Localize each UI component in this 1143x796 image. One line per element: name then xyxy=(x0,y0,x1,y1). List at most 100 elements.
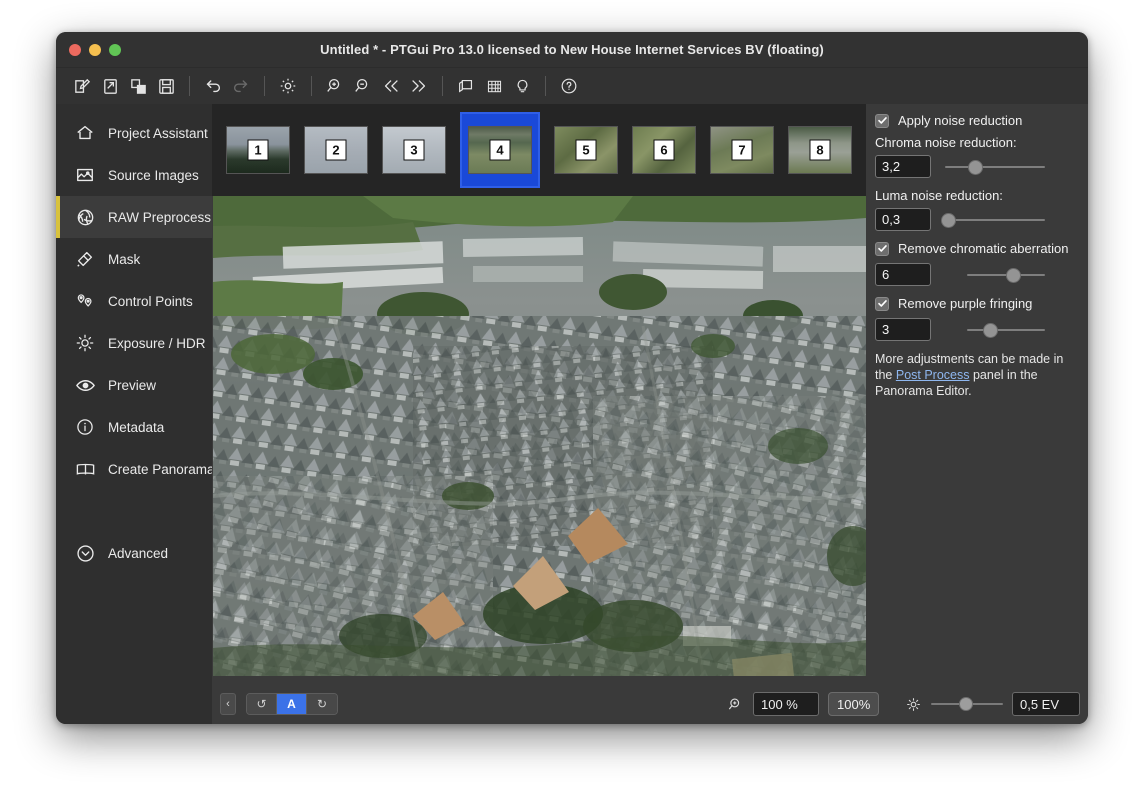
aperture-icon xyxy=(74,206,96,228)
chroma-noise-row: 3,2 xyxy=(875,155,1077,178)
purple-fringing-slider[interactable] xyxy=(945,320,1077,340)
chroma-noise-label: Chroma noise reduction: xyxy=(875,135,1017,150)
panorama-icon xyxy=(74,458,96,480)
thumbnail-item[interactable]: 6 xyxy=(632,126,696,174)
sidebar-item-source-images[interactable]: Source Images xyxy=(56,154,212,196)
sidebar-item-control-points[interactable]: Control Points xyxy=(56,280,212,322)
chroma-slider-track xyxy=(945,165,1045,168)
previous-image-icon[interactable] xyxy=(377,72,405,100)
brightness-slider-handle[interactable] xyxy=(958,697,973,711)
thumbnail-item[interactable]: 5 xyxy=(554,126,618,174)
help-icon[interactable] xyxy=(555,72,583,100)
center-column: 1 2 3 4 5 6 7 8 ‹ ↺ A ↻ 100 % 100% 0,5 E… xyxy=(212,104,1080,724)
remove-purple-fringing-checkbox[interactable] xyxy=(875,296,889,311)
grid-icon[interactable] xyxy=(480,72,508,100)
sidebar-item-preview[interactable]: Preview xyxy=(56,364,212,406)
chroma-noise-slider[interactable] xyxy=(945,157,1077,177)
next-image-icon[interactable] xyxy=(405,72,433,100)
thumbnail-item[interactable]: 7 xyxy=(710,126,774,174)
sidebar-item-exposure-hdr[interactable]: Exposure / HDR xyxy=(56,322,212,364)
add-images-icon[interactable] xyxy=(124,72,152,100)
luma-noise-input[interactable]: 0,3 xyxy=(875,208,931,231)
ev-input[interactable]: 0,5 EV xyxy=(1012,692,1080,716)
brightness-slider[interactable] xyxy=(931,695,1003,713)
toolbar-separator-1 xyxy=(189,76,190,96)
toolbar-separator-2 xyxy=(264,76,265,96)
thumbnail-item[interactable]: 1 xyxy=(226,126,290,174)
sidebar-item-label: Advanced xyxy=(108,545,169,561)
auto-rotate-button[interactable]: A xyxy=(277,694,307,714)
open-project-icon[interactable] xyxy=(96,72,124,100)
sidebar-item-mask[interactable]: Mask xyxy=(56,238,212,280)
thumbnail-item-selected[interactable]: 4 xyxy=(460,112,540,188)
undo-icon[interactable] xyxy=(199,72,227,100)
exposure-controls: 0,5 EV xyxy=(905,692,1080,716)
bottom-toolbar: ‹ ↺ A ↻ 100 % 100% 0,5 EV xyxy=(212,684,1080,724)
sidebar-item-project-assistant[interactable]: Project Assistant xyxy=(56,112,212,154)
zoom-out-icon[interactable] xyxy=(349,72,377,100)
thumbnail-number: 4 xyxy=(489,139,511,161)
sidebar-item-raw-preprocess[interactable]: RAW Preprocess xyxy=(56,196,212,238)
new-project-icon[interactable] xyxy=(68,72,96,100)
pins-icon xyxy=(74,290,96,312)
apply-noise-reduction-label: Apply noise reduction xyxy=(898,113,1023,128)
sidebar-item-metadata[interactable]: Metadata xyxy=(56,406,212,448)
image-canvas-area[interactable] xyxy=(212,196,866,684)
zoom-in-icon[interactable] xyxy=(321,72,349,100)
rotate-right-button[interactable]: ↻ xyxy=(307,694,337,714)
apply-noise-reduction-checkbox[interactable] xyxy=(875,113,889,128)
sidebar-item-create-panorama[interactable]: Create Panorama xyxy=(56,448,215,490)
sidebar-item-label: Source Images xyxy=(108,167,199,183)
luma-slider-handle[interactable] xyxy=(940,212,956,228)
preview-image[interactable] xyxy=(212,196,866,676)
brightness-sun-icon xyxy=(905,696,922,713)
purple-fringing-input[interactable]: 3 xyxy=(875,318,931,341)
redo-icon[interactable] xyxy=(227,72,255,100)
thumbnail-item[interactable]: 3 xyxy=(382,126,446,174)
chromatic-aberration-input[interactable]: 6 xyxy=(875,263,931,286)
remove-purple-fringing-row[interactable]: Remove purple fringing xyxy=(875,296,1077,311)
remove-chromatic-aberration-checkbox[interactable] xyxy=(875,241,889,256)
brush-icon xyxy=(74,248,96,270)
luma-noise-slider[interactable] xyxy=(940,210,1077,230)
settings-gear-icon[interactable] xyxy=(274,72,302,100)
title-bar: Untitled * - PTGui Pro 13.0 licensed to … xyxy=(56,32,1088,68)
pf-slider-track xyxy=(967,328,1045,331)
collapse-panel-button[interactable]: ‹ xyxy=(220,693,236,715)
chromatic-aberration-slider[interactable] xyxy=(945,265,1077,285)
app-window: Untitled * - PTGui Pro 13.0 licensed to … xyxy=(56,32,1088,724)
sidebar-item-label: Metadata xyxy=(108,419,165,435)
purple-fringing-row: 3 xyxy=(875,318,1077,341)
chroma-noise-input[interactable]: 3,2 xyxy=(875,155,931,178)
zoom-magnifier-icon xyxy=(727,696,744,713)
window-title: Untitled * - PTGui Pro 13.0 licensed to … xyxy=(320,42,824,57)
remove-chromatic-aberration-label: Remove chromatic aberration xyxy=(898,241,1069,256)
pf-slider-handle[interactable] xyxy=(982,322,998,338)
panorama-editor-icon[interactable] xyxy=(452,72,480,100)
zoom-100-button[interactable]: 100% xyxy=(828,692,880,716)
rotation-segmented-control[interactable]: ↺ A ↻ xyxy=(246,693,338,715)
thumbnail-item[interactable]: 2 xyxy=(304,126,368,174)
thumbnail-number: 7 xyxy=(731,139,753,161)
luma-slider-track xyxy=(945,218,1045,221)
post-process-link[interactable]: Post Process xyxy=(896,368,970,382)
remove-chromatic-aberration-row[interactable]: Remove chromatic aberration xyxy=(875,241,1077,256)
chromatic-aberration-row: 6 xyxy=(875,263,1077,286)
apply-noise-reduction-row[interactable]: Apply noise reduction xyxy=(875,113,1077,128)
rotate-left-button[interactable]: ↺ xyxy=(247,694,277,714)
toolbar-separator-3 xyxy=(311,76,312,96)
sidebar-item-advanced[interactable]: Advanced xyxy=(56,532,212,574)
light-bulb-icon[interactable] xyxy=(508,72,536,100)
zoom-input[interactable]: 100 % xyxy=(753,692,819,716)
sidebar-item-label: Control Points xyxy=(108,293,193,309)
save-project-icon[interactable] xyxy=(152,72,180,100)
ca-slider-handle[interactable] xyxy=(1006,267,1022,283)
thumbnail-number: 8 xyxy=(809,139,831,161)
thumbnail-number: 3 xyxy=(403,139,425,161)
remove-purple-fringing-label: Remove purple fringing xyxy=(898,296,1033,311)
sidebar-item-label: Project Assistant xyxy=(108,125,208,141)
chroma-slider-handle[interactable] xyxy=(967,159,983,175)
thumbnail-item[interactable]: 8 xyxy=(788,126,852,174)
thumbnail-strip[interactable]: 1 2 3 4 5 6 7 8 xyxy=(212,104,866,196)
